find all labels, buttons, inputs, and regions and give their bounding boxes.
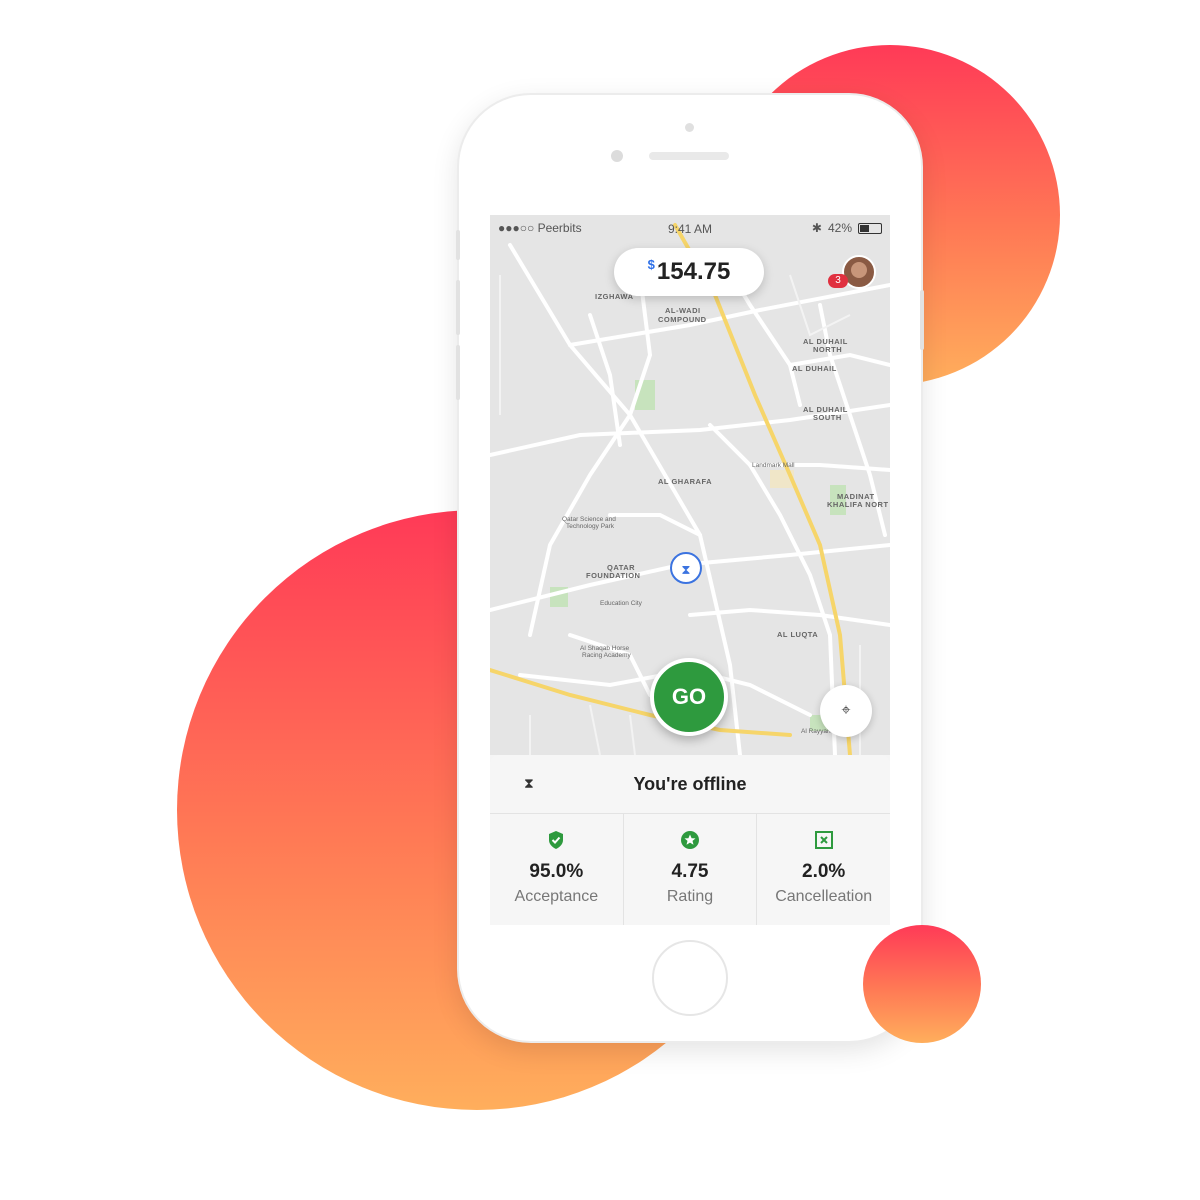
map-label-south: SOUTH: [813, 413, 842, 422]
currency-symbol: $: [647, 257, 655, 272]
battery-percent: 42%: [827, 221, 852, 235]
location-icon: ⌖: [841, 702, 851, 719]
stats-row: 95.0% Acceptance 4.75 Rating 2.0% Cancel…: [490, 814, 890, 925]
go-online-button[interactable]: GO: [650, 658, 728, 736]
cancellation-value: 2.0%: [802, 861, 846, 882]
front-camera: [611, 150, 623, 162]
rating-value: 4.75: [671, 861, 709, 882]
proximity-sensor: [685, 123, 694, 132]
power-button: [920, 290, 924, 350]
earpiece-speaker: [649, 152, 729, 160]
mute-switch: [456, 230, 460, 260]
driver-status-panel: ⧗ You're offline 95.0% Acceptance 4.75 R…: [490, 755, 890, 925]
stat-acceptance[interactable]: 95.0% Acceptance: [490, 814, 624, 925]
decor-circle-small: [863, 925, 981, 1043]
map-label-racing-academy: Racing Academy: [582, 652, 631, 659]
panel-header: ⧗ You're offline: [490, 755, 890, 814]
map-label-al-gharafa: AL GHARAFA: [658, 477, 713, 486]
map-label-foundation: FOUNDATION: [586, 571, 641, 580]
volume-up-button: [456, 280, 460, 335]
map-label-al-luqta: AL LUQTA: [777, 630, 819, 639]
earnings-pill[interactable]: $ 154.75: [614, 248, 764, 296]
earnings-amount: 154.75: [656, 258, 731, 285]
notification-badge: 3: [828, 274, 848, 288]
acceptance-value: 95.0%: [529, 861, 584, 882]
offline-status-title: You're offline: [633, 774, 747, 794]
map-label-education-city: Education City: [600, 600, 642, 607]
map-label-technology-park: Technology Park: [566, 523, 615, 530]
cancel-box-icon: [814, 831, 833, 849]
current-location-marker: ⧗: [670, 552, 702, 584]
acceptance-label: Acceptance: [514, 888, 599, 905]
rating-label: Rating: [666, 888, 714, 905]
bluetooth-icon: ✱: [811, 221, 822, 235]
app-screen: IZGHAWA AL-WADI COMPOUND AL DUHAIL NORTH…: [490, 215, 890, 925]
map-label-north: NORTH: [813, 345, 843, 354]
battery-icon: [858, 222, 882, 234]
cancellation-label: Cancelleation: [775, 888, 873, 905]
recenter-button[interactable]: ⌖: [820, 685, 872, 737]
map-view[interactable]: IZGHAWA AL-WADI COMPOUND AL DUHAIL NORTH…: [490, 215, 890, 755]
star-badge-icon: [681, 831, 699, 849]
shield-check-icon: [549, 831, 564, 849]
map-label-al-wadi: AL-WADI: [665, 306, 701, 315]
home-button[interactable]: [652, 940, 728, 1016]
stat-rating[interactable]: 4.75 Rating: [624, 814, 758, 925]
status-right-group: ✱ 42%: [812, 221, 882, 235]
status-bar: ●●●○○ Peerbits 9:41 AM ✱ 42%: [490, 215, 890, 241]
stat-cancellation[interactable]: 2.0% Cancelleation: [757, 814, 890, 925]
map-label-compound: COMPOUND: [658, 315, 707, 324]
volume-down-button: [456, 345, 460, 400]
map-label-landmark-mall: Landmark Mall: [752, 462, 795, 469]
map-label-al-duhail: AL DUHAIL: [792, 364, 837, 373]
map-label-khalifa-north: KHALIFA NORT: [827, 500, 889, 509]
